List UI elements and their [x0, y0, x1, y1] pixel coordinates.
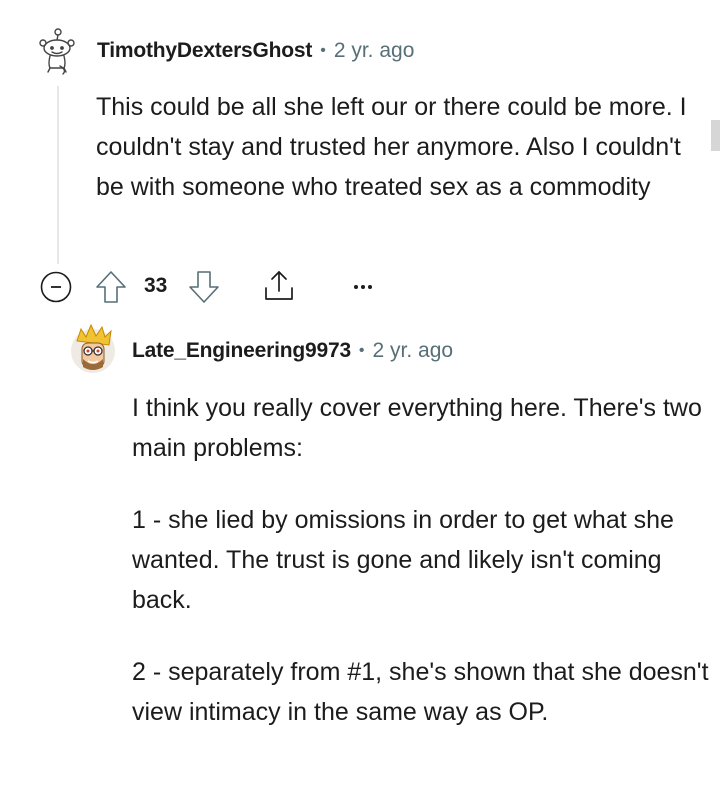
comment-meta: TimothyDextersGhost • 2 yr. ago [97, 36, 414, 66]
comment-timestamp[interactable]: 2 yr. ago [373, 339, 454, 363]
avatar[interactable] [69, 323, 117, 375]
arrow-up-icon [96, 271, 126, 303]
user-avatar-icon [71, 323, 115, 373]
meta-separator: • [358, 342, 365, 359]
comment-body: I think you really cover everything here… [132, 388, 712, 764]
snoo-avatar-icon [39, 28, 75, 75]
more-options-button[interactable] [350, 274, 376, 300]
arrow-down-icon [189, 271, 219, 303]
comment-author[interactable]: Late_Engineering9973 [132, 339, 351, 363]
share-icon [265, 271, 293, 300]
vote-score: 33 [144, 274, 168, 297]
comment-paragraph: 2 - separately from #1, she's shown that… [132, 658, 709, 726]
comment-actions: 33 [40, 268, 400, 306]
thread-line [57, 86, 59, 264]
comment-timestamp[interactable]: 2 yr. ago [334, 39, 415, 63]
comment-body: This could be all she left our or there … [96, 93, 687, 201]
avatar[interactable] [36, 26, 76, 76]
minus-circle-icon [40, 271, 72, 303]
collapse-button[interactable] [40, 271, 72, 303]
comment-paragraph: 1 - she lied by omissions in order to ge… [132, 506, 674, 614]
scrollbar-thumb[interactable] [711, 120, 720, 151]
comment-author[interactable]: TimothyDextersGhost [97, 39, 312, 63]
meta-separator: • [320, 42, 326, 59]
ellipsis-icon [354, 285, 372, 289]
share-button[interactable] [262, 269, 296, 303]
upvote-button[interactable] [95, 270, 127, 304]
comment-meta: Late_Engineering9973 • 2 yr. ago [132, 336, 453, 366]
downvote-button[interactable] [188, 270, 220, 304]
comment-paragraph: I think you really cover everything here… [132, 394, 702, 462]
